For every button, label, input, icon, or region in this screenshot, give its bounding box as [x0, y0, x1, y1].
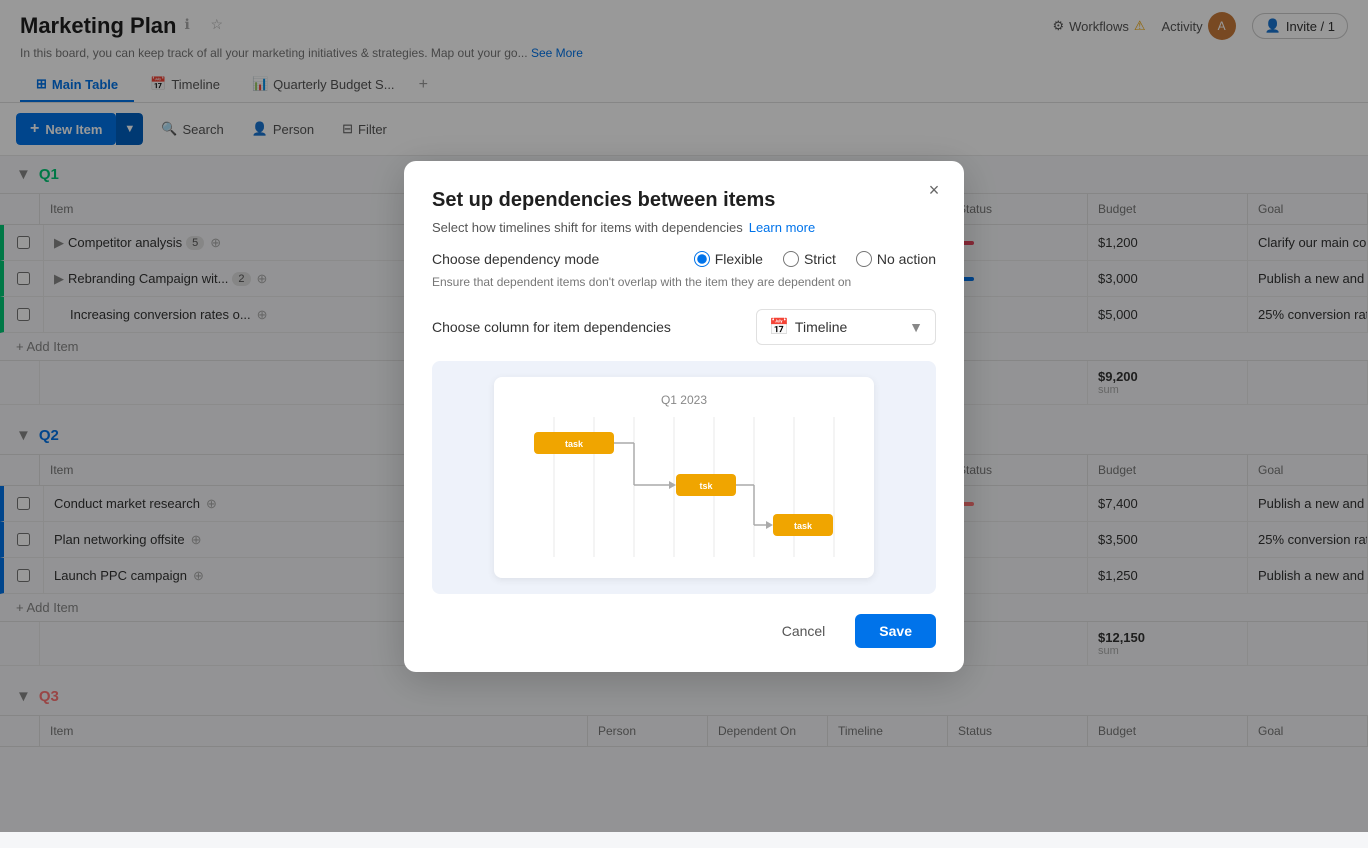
- modal-title: Set up dependencies between items: [432, 189, 936, 212]
- gantt-chart: task tsk: [514, 417, 854, 557]
- col-dropdown[interactable]: 📅 Timeline ▼: [756, 309, 936, 345]
- modal-actions: Cancel Save: [432, 614, 936, 648]
- learn-more-link[interactable]: Learn more: [749, 220, 815, 235]
- chart-title: Q1 2023: [514, 393, 854, 407]
- chart-box: Q1 2023 task: [494, 377, 874, 578]
- dependency-modal: × Set up dependencies between items Sele…: [404, 161, 964, 672]
- chevron-down-icon: ▼: [909, 319, 923, 335]
- radio-group: Flexible Strict No action: [694, 251, 936, 267]
- svg-text:task: task: [565, 439, 584, 449]
- radio-no-action-input[interactable]: [856, 251, 872, 267]
- radio-no-action[interactable]: No action: [856, 251, 936, 267]
- dep-description: Ensure that dependent items don't overla…: [432, 275, 936, 289]
- cancel-button[interactable]: Cancel: [762, 614, 846, 648]
- radio-strict-input[interactable]: [783, 251, 799, 267]
- radio-strict-label: Strict: [804, 251, 836, 267]
- dep-mode-row: Choose dependency mode Flexible Strict N…: [432, 251, 936, 267]
- save-button[interactable]: Save: [855, 614, 936, 648]
- col-dropdown-value: Timeline: [795, 319, 847, 335]
- modal-overlay: × Set up dependencies between items Sele…: [0, 0, 1368, 832]
- svg-text:task: task: [794, 521, 813, 531]
- chart-preview-area: Q1 2023 task: [432, 361, 936, 594]
- radio-no-action-label: No action: [877, 251, 936, 267]
- timeline-col-icon: 📅: [769, 317, 789, 337]
- dep-mode-label: Choose dependency mode: [432, 251, 599, 267]
- svg-text:tsk: tsk: [699, 481, 713, 491]
- radio-flexible-label: Flexible: [715, 251, 763, 267]
- col-selector-row: Choose column for item dependencies 📅 Ti…: [432, 309, 936, 345]
- radio-strict[interactable]: Strict: [783, 251, 836, 267]
- radio-flexible[interactable]: Flexible: [694, 251, 763, 267]
- modal-close-button[interactable]: ×: [920, 177, 948, 205]
- col-dropdown-left: 📅 Timeline: [769, 317, 847, 337]
- col-selector-label: Choose column for item dependencies: [432, 319, 671, 335]
- radio-flexible-input[interactable]: [694, 251, 710, 267]
- modal-subtitle: Select how timelines shift for items wit…: [432, 220, 936, 235]
- modal-subtitle-text: Select how timelines shift for items wit…: [432, 220, 743, 235]
